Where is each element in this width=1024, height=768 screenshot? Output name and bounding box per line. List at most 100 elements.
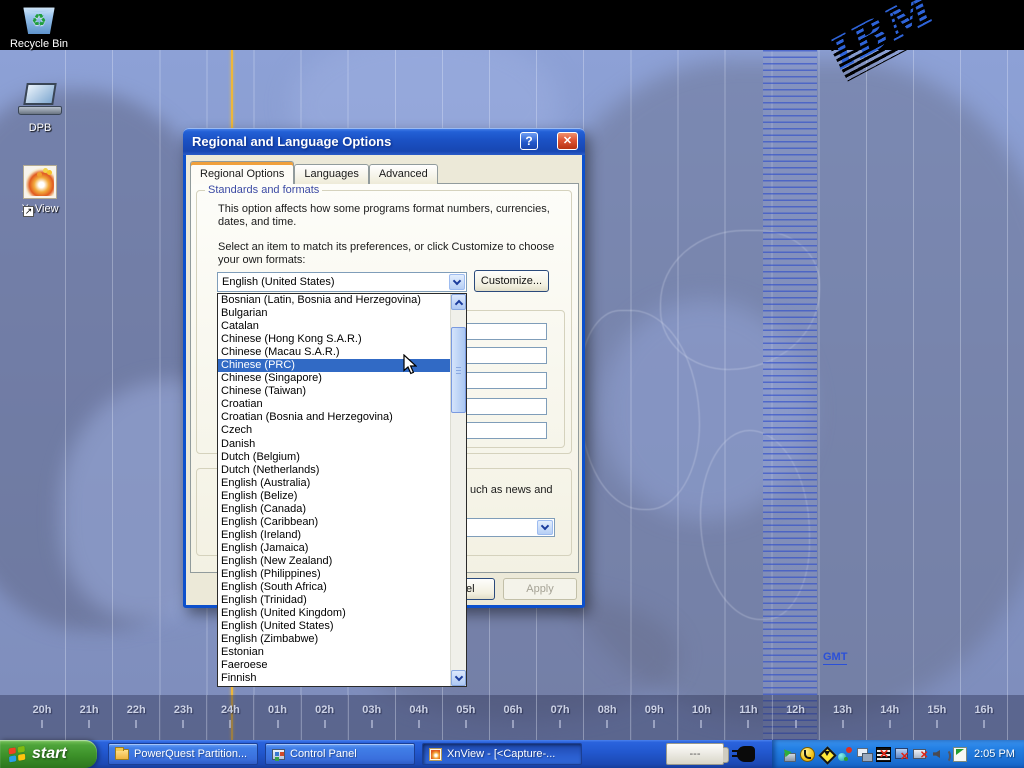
chevron-up-icon (454, 299, 462, 307)
time-label: 13h (820, 695, 867, 740)
chevron-down-icon (541, 522, 549, 530)
time-label: 15h (914, 695, 961, 740)
display-error-icon[interactable] (875, 746, 891, 762)
language-combobox[interactable]: English (United States) (217, 272, 467, 292)
folder-icon (115, 749, 129, 760)
dialog-title: Regional and Language Options (192, 128, 391, 155)
time-label: 06h (490, 695, 537, 740)
help-button[interactable]: ? (520, 132, 538, 150)
gmt-meridian-band (763, 50, 817, 740)
tab-regional-options[interactable]: Regional Options (190, 161, 294, 184)
start-button[interactable]: start (0, 740, 97, 768)
language-option[interactable]: Dutch (Belgium) (218, 451, 450, 464)
language-option[interactable]: Faeroese (218, 659, 450, 672)
language-option[interactable]: Estonian (218, 646, 450, 659)
time-label: 23h (160, 695, 207, 740)
customize-button[interactable]: Customize... (474, 270, 549, 292)
language-option[interactable]: English (Jamaica) (218, 542, 450, 555)
time-label: 21h (66, 695, 113, 740)
network-disconnected-icon[interactable] (894, 746, 910, 762)
mouse-cursor (403, 354, 417, 380)
list-scrollbar[interactable] (450, 294, 466, 686)
windows-flag-icon (9, 745, 27, 763)
volume-icon[interactable] (932, 746, 948, 762)
time-label: 16h (961, 695, 1008, 740)
taskbar-deskband[interactable]: --- (666, 743, 724, 765)
language-option[interactable]: English (United Kingdom) (218, 607, 450, 620)
chevron-down-icon (454, 672, 462, 680)
icon-label: Recycle Bin (8, 38, 70, 50)
taskbar-task-xnview-active[interactable]: XnView - [<Capture-... (422, 743, 582, 765)
apply-button-disabled: Apply (503, 578, 577, 600)
tab-strip: Regional OptionsLanguagesAdvanced (190, 161, 438, 184)
language-option[interactable]: Chinese (Taiwan) (218, 385, 450, 398)
language-option[interactable]: English (Philippines) (218, 568, 450, 581)
lan-icon[interactable] (856, 746, 872, 762)
language-option[interactable]: English (Caribbean) (218, 516, 450, 529)
wireless-disconnected-icon[interactable] (913, 746, 929, 762)
language-option[interactable]: Croatian (218, 398, 450, 411)
language-option[interactable]: Croatian (Bosnia and Herzegovina) (218, 411, 450, 424)
icon-label: DPB (27, 122, 54, 134)
agent-icon[interactable] (799, 746, 815, 762)
language-option[interactable]: English (Canada) (218, 503, 450, 516)
standards-description: This option affects how some programs fo… (218, 203, 570, 229)
tab-advanced[interactable]: Advanced (369, 164, 438, 184)
close-button[interactable]: ✕ (557, 132, 578, 150)
language-dropdown-list: Bosnian (Latin, Bosnia and Herzegovina)B… (217, 293, 467, 687)
scroll-up-button[interactable] (451, 294, 466, 310)
desktop-icon-recycle-bin[interactable]: Recycle Bin (0, 4, 78, 52)
language-option[interactable]: English (Australia) (218, 477, 450, 490)
language-option[interactable]: Catalan (218, 320, 450, 333)
time-label: 10h (678, 695, 725, 740)
time-label: 04h (396, 695, 443, 740)
dialog-titlebar[interactable]: Regional and Language Options ? ✕ (183, 128, 585, 155)
language-option[interactable]: Bulgarian (218, 307, 450, 320)
update-icon[interactable] (818, 746, 834, 762)
taskbar-clock[interactable]: 2:05 PM (974, 748, 1015, 760)
time-label: 09h (631, 695, 678, 740)
time-label: 20h (19, 695, 66, 740)
time-label: 03h (349, 695, 396, 740)
safely-remove-hardware-icon[interactable] (780, 746, 796, 762)
language-option[interactable]: English (United States) (218, 620, 450, 633)
desktop-icon-xnview[interactable]: ↗ XnView (1, 165, 79, 217)
xnview-icon (429, 748, 442, 761)
language-option[interactable]: Danish (218, 438, 450, 451)
time-label: 24h (207, 695, 254, 740)
power-plug-icon[interactable] (737, 746, 755, 762)
combobox-dropdown-button[interactable] (449, 274, 465, 290)
time-scale-cells: 20h21h22h23h24h01h02h03h04h05h06h07h08h0… (19, 695, 1008, 740)
language-option[interactable]: English (Trinidad) (218, 594, 450, 607)
combobox-dropdown-button[interactable] (537, 520, 553, 535)
language-option[interactable]: English (Zimbabwe) (218, 633, 450, 646)
taskbar: start PowerQuest Partition... Control Pa… (0, 740, 1024, 768)
scroll-down-button[interactable] (451, 670, 466, 686)
system-tray: 2:05 PM (772, 740, 1024, 768)
xnview-icon[interactable] (23, 165, 57, 199)
taskbar-task-powerquest[interactable]: PowerQuest Partition... (108, 743, 258, 765)
language-option[interactable]: English (Belize) (218, 490, 450, 503)
taskbar-task-control-panel[interactable]: Control Panel (265, 743, 415, 765)
language-options: Bosnian (Latin, Bosnia and Herzegovina)B… (218, 294, 450, 685)
language-option[interactable]: English (South Africa) (218, 581, 450, 594)
chevron-down-icon (453, 276, 461, 284)
language-option[interactable]: Chinese (Hong Kong S.A.R.) (218, 333, 450, 346)
language-option[interactable]: Czech (218, 424, 450, 437)
language-option[interactable]: English (Ireland) (218, 529, 450, 542)
time-label: 11h (725, 695, 772, 740)
select-item-instruction: Select an item to match its preferences,… (218, 241, 574, 267)
language-option[interactable]: Dutch (Netherlands) (218, 464, 450, 477)
time-label: 12h (773, 695, 820, 740)
scrollbar-thumb[interactable] (451, 327, 466, 413)
network-activity-icon[interactable] (837, 746, 853, 762)
recycle-bin-icon[interactable] (22, 4, 56, 34)
laptop-icon[interactable] (17, 82, 63, 118)
tab-languages[interactable]: Languages (294, 164, 368, 184)
language-option[interactable]: Finnish (218, 672, 450, 685)
removable-media-icon[interactable] (951, 746, 967, 762)
control-panel-icon (272, 749, 285, 760)
language-option[interactable]: Bosnian (Latin, Bosnia and Herzegovina) (218, 294, 450, 307)
language-option[interactable]: English (New Zealand) (218, 555, 450, 568)
desktop-icon-dpb[interactable]: DPB (1, 82, 79, 136)
